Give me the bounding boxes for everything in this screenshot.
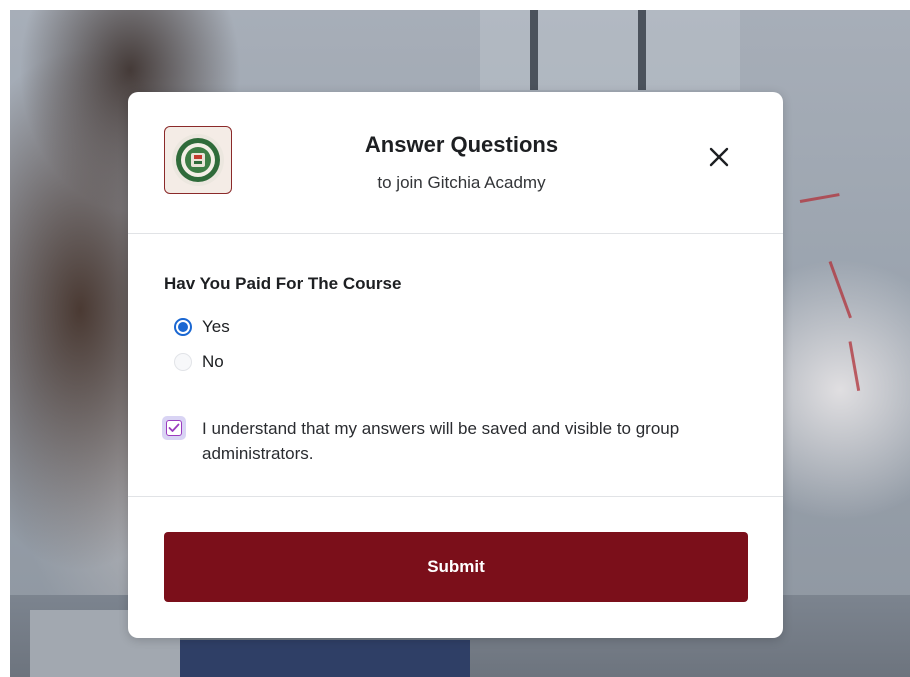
whiteboard-scribble (828, 260, 852, 319)
checkbox-frame (166, 420, 182, 436)
whiteboard-scribble (799, 193, 840, 203)
radio-option-label: No (202, 352, 224, 371)
background-pillar (638, 10, 646, 90)
dialog-subtitle: to join Gitchia Acadmy (377, 173, 546, 192)
radio-option-yes[interactable]: Yes (174, 315, 230, 339)
radio-button-selected[interactable] (174, 318, 192, 336)
whiteboard-scribble (848, 341, 861, 392)
submit-button[interactable]: Submit (164, 532, 748, 602)
academy-emblem-icon (164, 126, 232, 194)
radio-option-no[interactable]: No (174, 350, 224, 374)
consent-checkbox[interactable] (162, 416, 186, 440)
background-frame (180, 640, 470, 677)
footer-divider (128, 496, 783, 497)
close-button[interactable] (704, 142, 734, 172)
radio-button[interactable] (174, 353, 192, 371)
dialog-header: Answer Questions to join Gitchia Acadmy (128, 92, 783, 234)
dialog-title: Answer Questions (364, 132, 559, 157)
background-pillar (530, 10, 538, 90)
checkmark-icon (168, 423, 180, 432)
question-label: Hav You Paid For The Course (164, 274, 402, 293)
close-icon (709, 147, 729, 167)
answer-questions-dialog: Answer Questions to join Gitchia Acadmy … (128, 92, 783, 638)
consent-text: I understand that my answers will be sav… (202, 419, 680, 463)
background-wall (480, 10, 740, 90)
radio-option-label: Yes (202, 317, 230, 336)
